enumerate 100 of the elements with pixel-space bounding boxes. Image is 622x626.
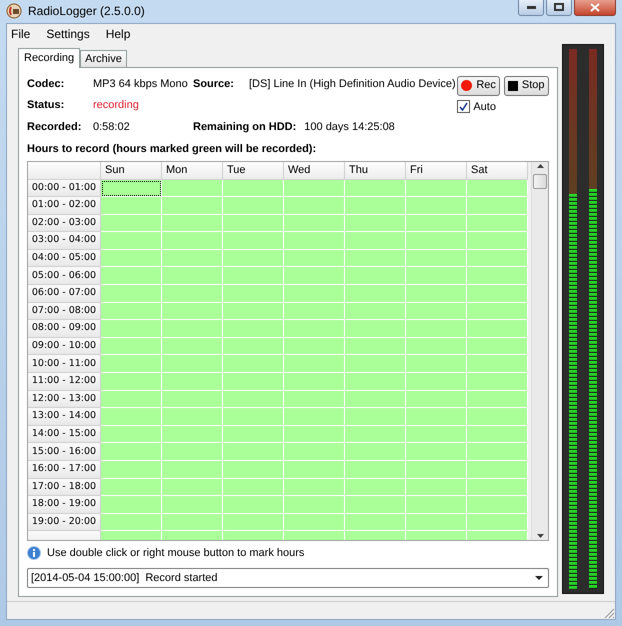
schedule-cell[interactable] [467,408,528,426]
schedule-cell[interactable] [223,232,284,250]
schedule-cell[interactable] [406,214,467,232]
schedule-cell[interactable] [162,443,223,461]
schedule-cell[interactable] [284,285,345,303]
schedule-cell[interactable] [223,373,284,391]
schedule-cell[interactable] [284,408,345,426]
schedule-cell[interactable] [223,180,284,198]
schedule-cell[interactable] [406,408,467,426]
schedule-cell[interactable] [406,250,467,268]
scrollbar[interactable] [531,162,548,540]
schedule-cell[interactable] [101,408,162,426]
schedule-cell[interactable] [162,232,223,250]
schedule-cell[interactable] [101,285,162,303]
schedule-cell[interactable] [223,250,284,268]
schedule-cell[interactable] [162,285,223,303]
schedule-cell[interactable] [223,496,284,514]
restore-button[interactable] [546,0,572,16]
schedule-cell[interactable] [345,478,406,496]
schedule-cell[interactable] [162,478,223,496]
schedule-cell[interactable] [101,496,162,514]
schedule-cell[interactable] [101,373,162,391]
schedule-cell[interactable] [101,514,162,532]
schedule-cell[interactable] [345,180,406,198]
schedule-cell[interactable] [467,426,528,444]
schedule-cell[interactable] [467,302,528,320]
schedule-cell[interactable] [284,478,345,496]
schedule-cell[interactable] [345,232,406,250]
schedule-cell[interactable] [467,320,528,338]
schedule-cell[interactable] [345,461,406,479]
schedule-cell[interactable] [101,214,162,232]
schedule-cell[interactable] [223,355,284,374]
schedule-cell[interactable] [101,180,162,198]
schedule-cell[interactable] [406,496,467,514]
schedule-cell[interactable] [101,443,162,461]
schedule-cell[interactable] [467,338,528,356]
schedule-cell[interactable] [284,426,345,444]
schedule-cell[interactable] [284,390,345,408]
schedule-cell[interactable] [467,514,528,532]
schedule-cell[interactable] [101,302,162,320]
schedule-cell[interactable] [162,250,223,268]
schedule-cell[interactable] [162,514,223,532]
schedule-cell[interactable] [345,443,406,461]
schedule-cell[interactable] [284,496,345,514]
schedule-cell[interactable] [284,338,345,356]
schedule-cell[interactable] [162,390,223,408]
schedule-cell[interactable] [284,373,345,391]
stop-button[interactable]: Stop [504,76,549,96]
schedule-cell[interactable] [467,373,528,391]
auto-checkbox[interactable]: Auto [457,98,550,115]
schedule-cell[interactable] [406,461,467,479]
schedule-cell[interactable] [223,302,284,320]
schedule-cell[interactable] [406,478,467,496]
schedule-cell[interactable] [284,197,345,215]
schedule-cell[interactable] [101,426,162,444]
schedule-cell[interactable] [223,214,284,232]
schedule-cell[interactable] [345,214,406,232]
schedule-cell[interactable] [162,267,223,286]
schedule-cell[interactable] [284,214,345,232]
schedule-cell[interactable] [101,390,162,408]
schedule-cell[interactable] [467,496,528,514]
schedule-cell[interactable] [223,285,284,303]
schedule-cell[interactable] [345,285,406,303]
minimize-button[interactable] [518,0,544,16]
schedule-cell[interactable] [162,496,223,514]
schedule-cell[interactable] [162,373,223,391]
schedule-cell[interactable] [284,232,345,250]
schedule-cell[interactable] [467,250,528,268]
schedule-cell[interactable] [345,408,406,426]
schedule-cell[interactable] [406,232,467,250]
schedule-cell[interactable] [284,461,345,479]
schedule-cell[interactable] [345,496,406,514]
schedule-cell[interactable] [223,320,284,338]
log-dropdown[interactable]: [2014-05-04 15:00:00] Record started [27,568,550,588]
schedule-cell[interactable] [345,514,406,532]
record-button[interactable]: Rec [457,76,500,96]
schedule-cell[interactable] [101,355,162,374]
schedule-cell[interactable] [345,390,406,408]
schedule-cell[interactable] [284,320,345,338]
schedule-cell[interactable] [406,338,467,356]
schedule-cell[interactable] [223,390,284,408]
menu-item[interactable]: File [11,24,30,42]
schedule-cell[interactable] [162,338,223,356]
schedule-cell[interactable] [101,338,162,356]
menu-item[interactable]: Settings [46,24,90,42]
schedule-cell[interactable] [284,302,345,320]
schedule-cell[interactable] [345,426,406,444]
schedule-cell[interactable] [223,338,284,356]
schedule-cell[interactable] [162,426,223,444]
schedule-cell[interactable] [223,426,284,444]
schedule-cell[interactable] [223,408,284,426]
tab[interactable]: Archive [80,50,127,66]
schedule-cell[interactable] [467,197,528,215]
schedule-cell[interactable] [162,408,223,426]
schedule-cell[interactable] [345,302,406,320]
schedule-cell[interactable] [101,461,162,479]
schedule-cell[interactable] [284,514,345,532]
schedule-cell[interactable] [223,443,284,461]
schedule-cell[interactable] [162,320,223,338]
menu-item[interactable]: Help [106,24,130,42]
